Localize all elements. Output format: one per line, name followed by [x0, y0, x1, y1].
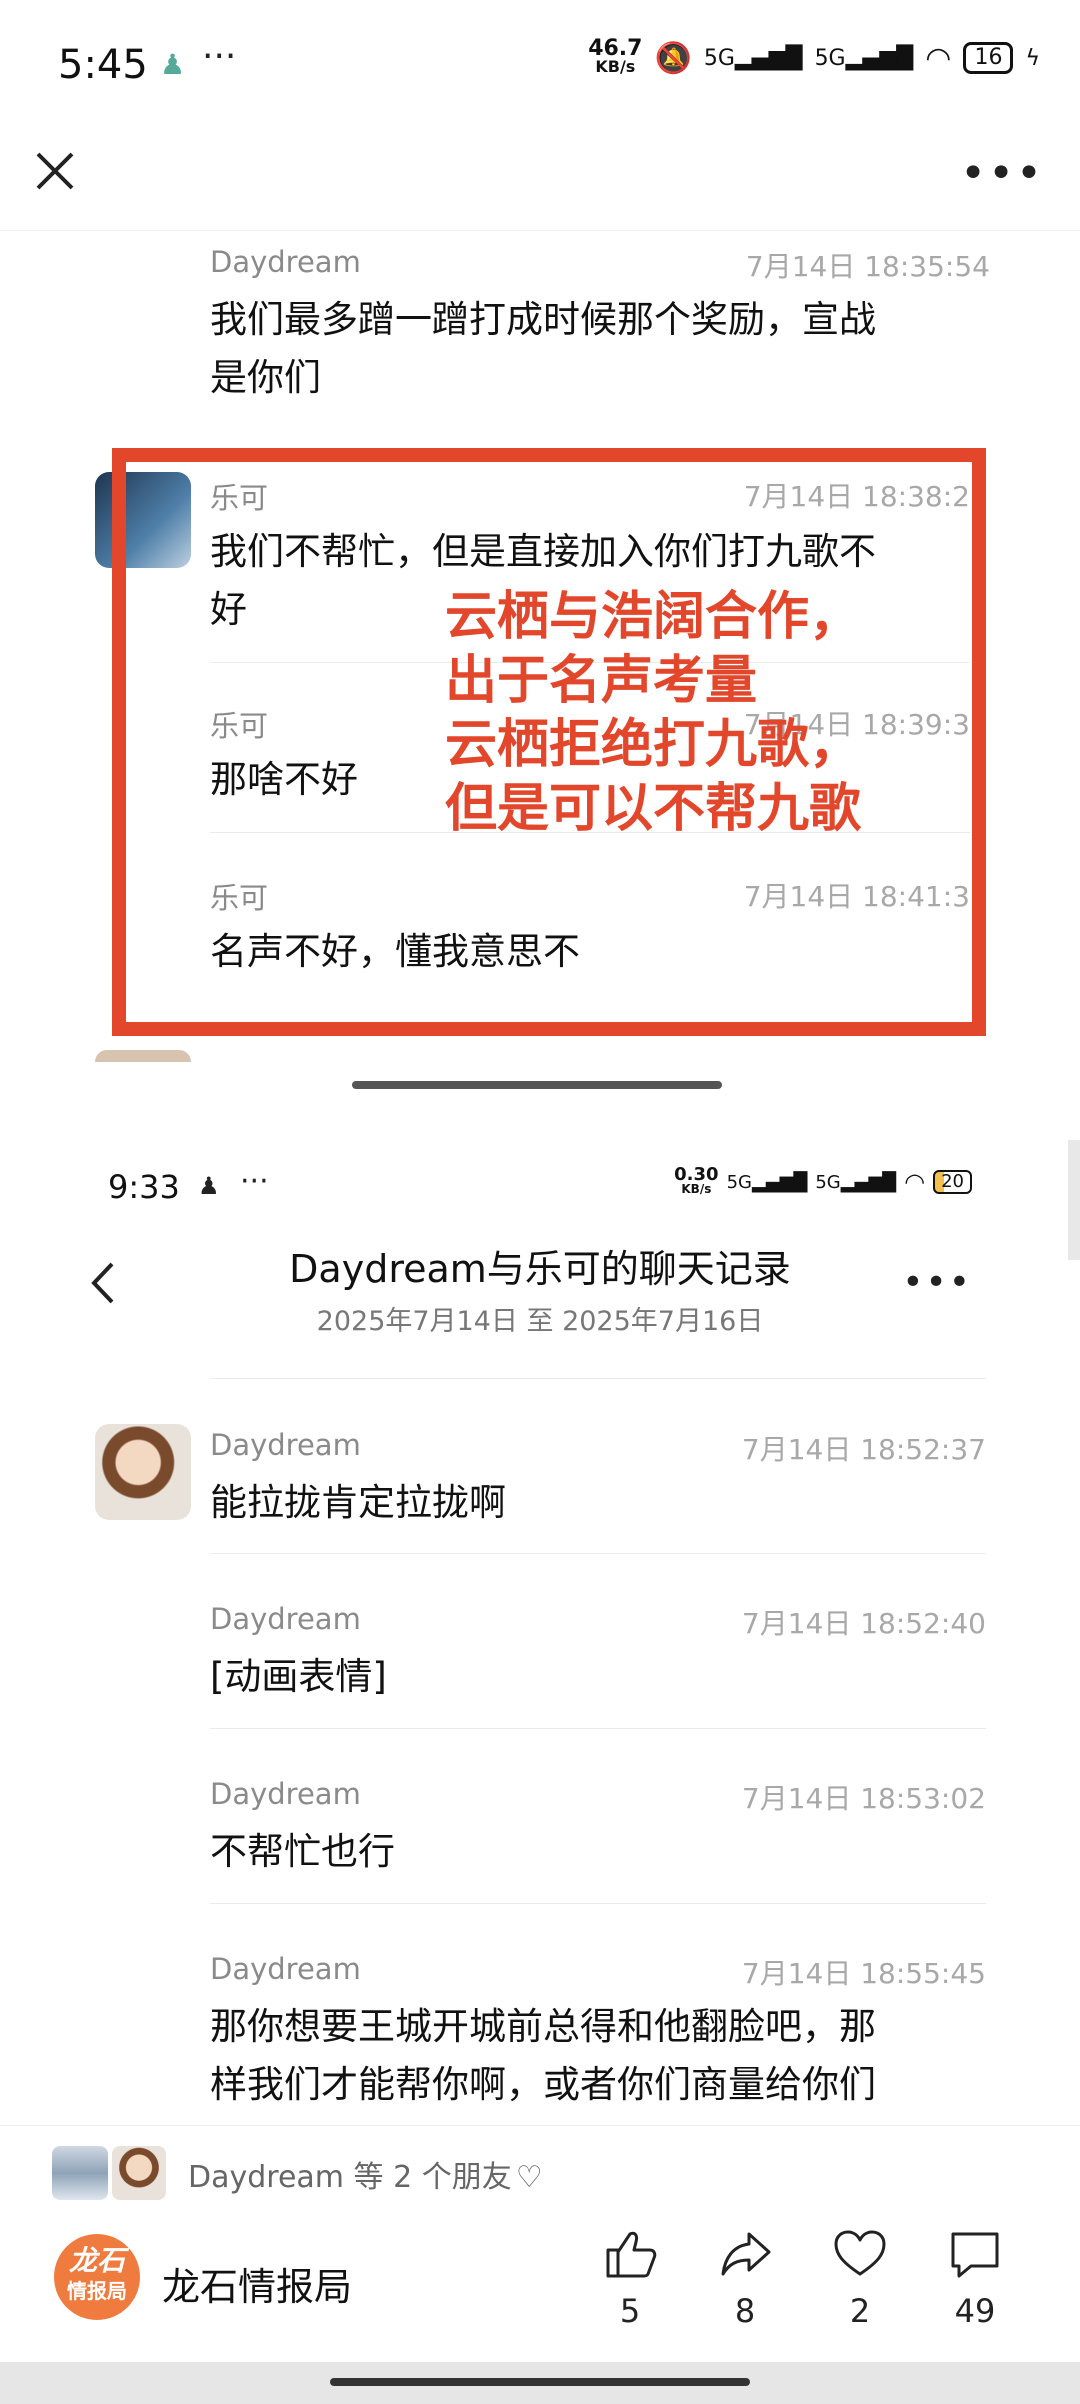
divider: [210, 1553, 986, 1554]
divider: [210, 1378, 986, 1379]
home-indicator[interactable]: [330, 2378, 750, 2386]
chat-message: Daydream 7月14日 18:52:40 [动画表情]: [210, 1602, 986, 1706]
thumbs-up-icon: [606, 2231, 657, 2278]
sender-name: Daydream: [210, 1777, 361, 1811]
signal-icon: 5G▂▄▆█: [726, 1171, 808, 1193]
chat-message: Daydream 7月14日 18:53:02 不帮忙也行: [210, 1777, 986, 1881]
notification-icon: ♟: [160, 48, 186, 81]
friend-avatar: [112, 2146, 166, 2200]
status-icons: 0.30 KB/s 5G▂▄▆█ 5G▂▄▆█ ◠ 20: [674, 1164, 972, 1197]
message-time: 7月14日 18:52:37: [741, 1433, 986, 1466]
message-time: 7月14日 18:35:54: [745, 250, 990, 283]
more-notifications-icon: ···: [240, 1164, 269, 1199]
heart-icon: [834, 2230, 886, 2276]
mute-icon: 🔕: [654, 40, 692, 76]
home-indicator: [352, 1081, 722, 1089]
message-text: 能拉拢肯定拉拢啊: [210, 1481, 506, 1524]
chat-title: Daydream与乐可的聊天记录: [289, 1247, 791, 1291]
divider: [210, 1728, 986, 1729]
status-time: 5:45: [58, 42, 148, 88]
friend-avatar: [52, 2146, 108, 2200]
chat-message: Daydream 7月14日 18:55:45 那你想要王城开城前总得和他翻脸吧…: [210, 1952, 986, 2122]
back-icon[interactable]: [86, 1258, 120, 1312]
like-count: 5: [619, 2292, 641, 2330]
status-bar: 5:45 ♟ ··· 46.7 KB/s 🔕 5G▂▄▆█ 5G▂▄▆█ ◠ 1…: [0, 0, 1080, 130]
wifi-icon: ◠: [904, 1168, 926, 1196]
top-bar: •••: [0, 130, 1080, 231]
message-text: 我们最多蹭一蹭打成时候那个奖励，宣战 是你们: [210, 298, 876, 399]
account-name[interactable]: 龙石情报局: [162, 2256, 352, 2311]
scroll-indicator: [1068, 1140, 1080, 1260]
sender-name: Daydream: [210, 1602, 361, 1636]
divider: [210, 1903, 986, 1904]
battery-icon: 20: [933, 1170, 972, 1194]
wifi-icon: ◠: [925, 40, 952, 76]
charging-icon: ϟ: [1025, 45, 1040, 71]
sender-name: Daydream: [210, 245, 361, 279]
sender-name: Daydream: [210, 1428, 361, 1462]
message-text: 不帮忙也行: [210, 1830, 395, 1873]
small-heart-icon: ♡: [515, 2160, 543, 2195]
chat-date-range: 2025年7月14日 至 2025年7月16日: [316, 1306, 764, 1337]
status-time: 9:33: [108, 1168, 180, 1206]
comment-button[interactable]: 49: [935, 2226, 1015, 2330]
signal-icon-2: 5G▂▄▆█: [814, 45, 914, 71]
chat-header: Daydream与乐可的聊天记录 2025年7月14日 至 2025年7月16日: [200, 1238, 880, 1338]
more-icon[interactable]: •••: [902, 1262, 972, 1303]
message-time: 7月14日 18:55:45: [741, 1957, 986, 1990]
signal-icon-2: 5G▂▄▆█: [815, 1171, 897, 1193]
message-time: 7月14日 18:52:40: [741, 1607, 986, 1640]
comment-count: 49: [954, 2292, 996, 2330]
annotation-text: 云栖与浩阔合作， 出于名声考量 云栖拒绝打九歌， 但是可以不帮九歌: [445, 587, 862, 839]
liked-by[interactable]: Daydream 等 2 个朋友 ♡: [188, 2152, 543, 2196]
like-button[interactable]: 5: [590, 2226, 670, 2330]
share-button[interactable]: 8: [705, 2226, 785, 2330]
message-time: 7月14日 18:53:02: [741, 1782, 986, 1815]
message-text: 那你想要王城开城前总得和他翻脸吧，那 样我们才能帮你啊，或者你们商量给你们: [210, 2005, 876, 2106]
chat-message: Daydream 7月14日 18:35:54 我们最多蹭一蹭打成时候那个奖励，…: [210, 245, 990, 407]
avatar[interactable]: [95, 1424, 191, 1520]
status-icons: 46.7 KB/s 🔕 5G▂▄▆█ 5G▂▄▆█ ◠ 16 ϟ: [588, 36, 1040, 76]
avatar: [95, 1050, 191, 1062]
post-footer: Daydream 等 2 个朋友 ♡ 龙石 情报局 龙石情报局 5 8 2 49: [0, 2125, 1080, 2404]
chat-message: Daydream 7月14日 18:52:37 能拉拢肯定拉拢啊: [210, 1428, 986, 1532]
network-speed: 0.30 KB/s: [674, 1164, 719, 1197]
favorite-button[interactable]: 2: [820, 2226, 900, 2330]
account-logo[interactable]: 龙石 情报局: [54, 2234, 140, 2320]
signal-icon: 5G▂▄▆█: [703, 45, 803, 71]
network-speed: 46.7 KB/s: [588, 36, 643, 76]
sender-name: Daydream: [210, 1952, 361, 1986]
more-notifications-icon: ···: [202, 36, 237, 77]
notification-icon: ♟: [198, 1172, 220, 1200]
close-icon[interactable]: [32, 148, 78, 198]
share-count: 8: [734, 2292, 756, 2330]
comment-icon: [951, 2232, 999, 2278]
battery-icon: 16: [963, 42, 1014, 74]
message-text: [动画表情]: [210, 1655, 387, 1698]
favorite-count: 2: [849, 2292, 871, 2330]
more-icon[interactable]: •••: [960, 148, 1044, 199]
share-icon: [721, 2232, 771, 2276]
